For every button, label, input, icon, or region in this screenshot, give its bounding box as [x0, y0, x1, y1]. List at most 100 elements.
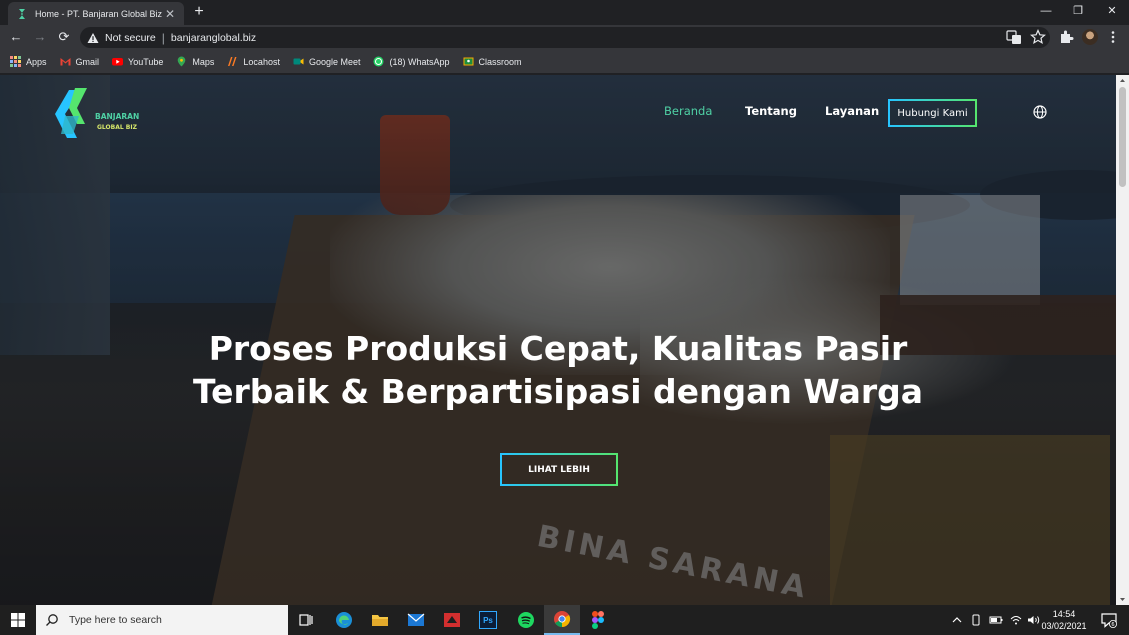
- bookmarks-bar: Apps Gmail YouTube Maps Locahost Google …: [0, 50, 1129, 74]
- apps-icon: [10, 56, 21, 67]
- battery-icon[interactable]: [989, 615, 1003, 625]
- bookmark-label: Google Meet: [308, 56, 361, 67]
- menu-icon[interactable]: [1105, 29, 1121, 45]
- bookmark-classroom[interactable]: Classroom: [463, 56, 522, 67]
- gmail-icon: [60, 58, 71, 66]
- taskbar-search[interactable]: Type here to search: [36, 605, 288, 635]
- reload-button[interactable]: ⟳: [55, 28, 73, 46]
- task-view-button[interactable]: [288, 605, 324, 635]
- search-icon: [46, 614, 58, 626]
- bookmark-label: (18) WhatsApp: [389, 56, 450, 67]
- bookmark-label: Apps: [26, 56, 47, 67]
- bookmark-label: Gmail: [75, 56, 100, 67]
- chevron-up-icon[interactable]: [952, 615, 962, 625]
- mail-button[interactable]: [398, 605, 434, 635]
- site-favicon-icon: [18, 8, 25, 19]
- page-scrollbar[interactable]: [1116, 75, 1129, 605]
- wifi-icon[interactable]: [1010, 615, 1022, 625]
- contact-button[interactable]: Hubungi Kami: [888, 99, 977, 127]
- photoshop-button[interactable]: Ps: [470, 605, 506, 635]
- page-viewport: BINA SARANA BANJARAN GLOBAL BIZ Beranda …: [0, 75, 1116, 605]
- xampp-icon: [228, 57, 237, 66]
- chrome-icon: [554, 611, 571, 628]
- bookmark-whatsapp[interactable]: (18) WhatsApp: [373, 56, 450, 67]
- device-icon[interactable]: [970, 614, 982, 626]
- youtube-icon: [112, 58, 124, 66]
- bookmark-label: Classroom: [478, 56, 522, 67]
- hero-headline-line2: Terbaik & Berpartisipasi dengan Warga: [192, 372, 924, 411]
- browser-toolbar: ← → ⟳ Not secure | banjaranglobal.biz: [0, 25, 1129, 50]
- bookmark-maps[interactable]: Maps: [176, 56, 214, 67]
- address-bar[interactable]: Not secure | banjaranglobal.biz: [80, 27, 1050, 48]
- file-explorer-button[interactable]: [362, 605, 398, 635]
- notification-button[interactable]: 6: [1098, 605, 1120, 635]
- url-text[interactable]: banjaranglobal.biz: [171, 32, 256, 44]
- globe-icon[interactable]: [1033, 105, 1047, 119]
- browser-tab[interactable]: Home - PT. Banjaran Global Biz ✕: [8, 2, 184, 25]
- logo-text-line2: GLOBAL BIZ: [97, 124, 138, 131]
- figma-button[interactable]: [580, 605, 616, 635]
- tab-close-icon[interactable]: ✕: [162, 8, 178, 20]
- warning-icon: [87, 32, 99, 43]
- scroll-up-icon[interactable]: [1119, 77, 1126, 84]
- notification-count: 6: [1111, 622, 1114, 628]
- edge-button[interactable]: [326, 605, 362, 635]
- task-view-icon: [299, 614, 313, 626]
- app-button[interactable]: [434, 605, 470, 635]
- address-separator: |: [161, 30, 165, 45]
- forward-button[interactable]: →: [31, 28, 49, 46]
- profile-avatar[interactable]: [1082, 29, 1098, 45]
- system-clock[interactable]: 14:54 03/02/2021: [1036, 608, 1092, 632]
- windows-logo-icon: [11, 613, 25, 627]
- hero-headline-line1: Proses Produksi Cepat, Kualitas Pasir: [208, 329, 908, 368]
- whatsapp-icon: [373, 56, 384, 67]
- back-button[interactable]: ←: [7, 28, 25, 46]
- bookmark-youtube[interactable]: YouTube: [112, 56, 163, 67]
- see-more-button[interactable]: LIHAT LEBIH: [500, 453, 618, 486]
- search-placeholder: Type here to search: [69, 614, 162, 626]
- bookmark-google-meet[interactable]: Google Meet: [293, 56, 361, 67]
- mail-icon: [407, 613, 425, 626]
- meet-icon: [293, 58, 304, 65]
- minimize-button[interactable]: —: [1030, 0, 1062, 25]
- hero-headline: Proses Produksi Cepat, Kualitas Pasir Te…: [150, 327, 966, 413]
- scroll-down-icon[interactable]: [1119, 596, 1126, 603]
- bookmark-apps[interactable]: Apps: [10, 56, 47, 67]
- windows-taskbar: Type here to search Ps 14:54 03/02/2021 …: [0, 605, 1129, 635]
- bookmark-label: Maps: [192, 56, 215, 67]
- bookmark-locahost[interactable]: Locahost: [227, 56, 280, 67]
- clock-date: 03/02/2021: [1041, 621, 1087, 631]
- bookmark-gmail[interactable]: Gmail: [60, 56, 100, 67]
- nav-tentang[interactable]: Tentang: [745, 104, 797, 118]
- spotify-button[interactable]: [508, 605, 544, 635]
- tray-icons: [952, 605, 1041, 635]
- maps-icon: [178, 56, 186, 67]
- chrome-button[interactable]: [544, 605, 580, 635]
- scroll-thumb[interactable]: [1119, 87, 1126, 187]
- nav-layanan[interactable]: Layanan: [825, 104, 879, 118]
- app-icon: [444, 613, 460, 627]
- star-icon[interactable]: [1030, 29, 1046, 45]
- banjaran-logo[interactable]: BANJARAN GLOBAL BIZ: [55, 84, 150, 140]
- clock-time: 14:54: [1052, 609, 1076, 619]
- nav-beranda[interactable]: Beranda: [664, 104, 712, 118]
- figma-icon: [592, 611, 604, 629]
- extensions-icon[interactable]: [1058, 29, 1074, 45]
- close-window-button[interactable]: ✕: [1096, 0, 1128, 25]
- bookmark-label: YouTube: [128, 56, 164, 67]
- screen: Home - PT. Banjaran Global Biz ✕ + — ❐ ✕…: [0, 0, 1129, 635]
- photoshop-icon: Ps: [479, 611, 497, 629]
- file-explorer-icon: [372, 615, 388, 626]
- translate-icon[interactable]: [1006, 29, 1022, 45]
- notification-icon: 6: [1101, 613, 1117, 628]
- new-tab-button[interactable]: +: [190, 3, 208, 21]
- start-button[interactable]: [0, 605, 36, 635]
- browser-tab-strip: Home - PT. Banjaran Global Biz ✕ + — ❐ ✕: [0, 0, 1129, 25]
- maximize-button[interactable]: ❐: [1062, 0, 1094, 25]
- tab-title: Home - PT. Banjaran Global Biz: [34, 8, 163, 19]
- edge-icon: [336, 612, 352, 628]
- logo-text-line1: BANJARAN: [95, 112, 139, 121]
- security-status[interactable]: Not secure: [105, 32, 156, 44]
- photoshop-label: Ps: [483, 615, 493, 625]
- bookmark-label: Locahost: [243, 56, 280, 67]
